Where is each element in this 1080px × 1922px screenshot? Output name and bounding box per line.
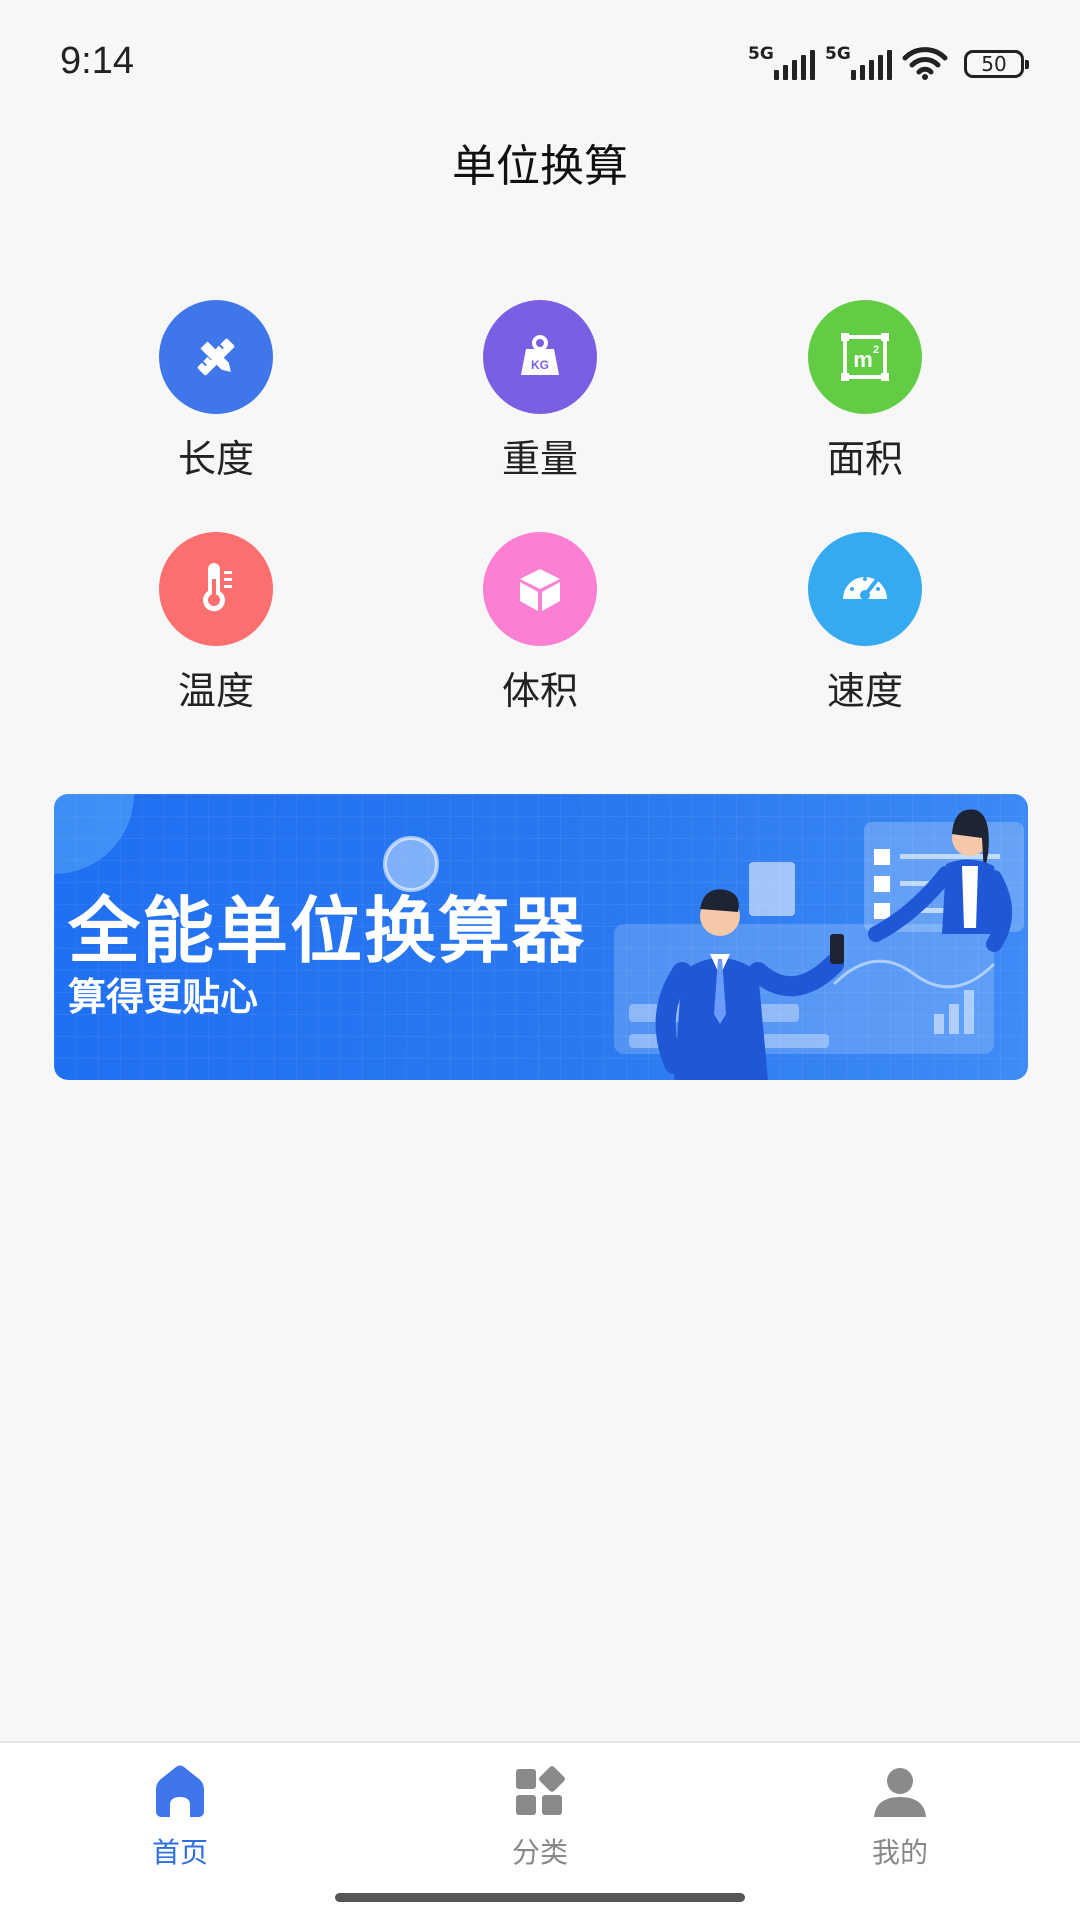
banner-subtitle: 算得更贴心 (68, 975, 259, 1019)
nav-category[interactable]: 分类 (440, 1761, 640, 1871)
nav-label: 分类 (511, 1836, 568, 1869)
status-time: 9:14 (60, 40, 134, 82)
battery-icon: 50 (964, 50, 1029, 78)
kg-text: KG (531, 358, 549, 372)
wifi-icon (902, 47, 948, 80)
network-type-label: 5G (748, 44, 774, 64)
nav-label: 我的 (871, 1836, 928, 1869)
svg-text:m: m (853, 347, 873, 372)
area-m2-icon: m 2 (808, 300, 922, 414)
weight-kg-icon: KG (483, 300, 597, 414)
nav-home[interactable]: 首页 (80, 1761, 280, 1871)
category-speed[interactable]: 速度 (765, 532, 965, 715)
thermometer-icon (159, 532, 273, 646)
category-area[interactable]: m 2 面积 (765, 300, 965, 483)
page-title: 单位换算 (452, 141, 628, 192)
ruler-pencil-icon (159, 300, 273, 414)
category-label: 重量 (501, 437, 578, 481)
cube-icon (483, 532, 597, 646)
status-bar: 9:14 5G 5G 50 (0, 0, 1080, 120)
category-temperature[interactable]: 温度 (116, 532, 316, 715)
home-icon (156, 1765, 204, 1817)
user-icon (874, 1768, 926, 1817)
category-label: 面积 (826, 437, 903, 481)
category-volume[interactable]: 体积 (440, 532, 640, 715)
home-indicator[interactable] (335, 1893, 745, 1902)
category-label: 体积 (501, 669, 578, 713)
status-icons: 5G 5G 50 (748, 44, 1029, 84)
category-label: 速度 (826, 669, 903, 713)
nav-profile[interactable]: 我的 (800, 1761, 1000, 1871)
cellular-signal-icon: 5G (748, 44, 815, 80)
battery-level: 50 (981, 52, 1007, 76)
category-label: 温度 (177, 669, 254, 713)
banner-title: 全能单位换算器 (68, 889, 587, 973)
svg-text:2: 2 (873, 344, 879, 356)
category-length[interactable]: 长度 (116, 300, 316, 483)
speedometer-icon (808, 532, 922, 646)
category-grid-icon (516, 1766, 565, 1815)
promo-banner[interactable]: 全能单位换算器 算得更贴心 (54, 794, 1028, 1080)
cellular-signal-2-icon: 5G (825, 44, 892, 80)
nav-label: 首页 (151, 1836, 208, 1869)
category-label: 长度 (177, 437, 254, 481)
network-type-label-2: 5G (825, 44, 851, 64)
category-weight[interactable]: KG 重量 (440, 300, 640, 483)
